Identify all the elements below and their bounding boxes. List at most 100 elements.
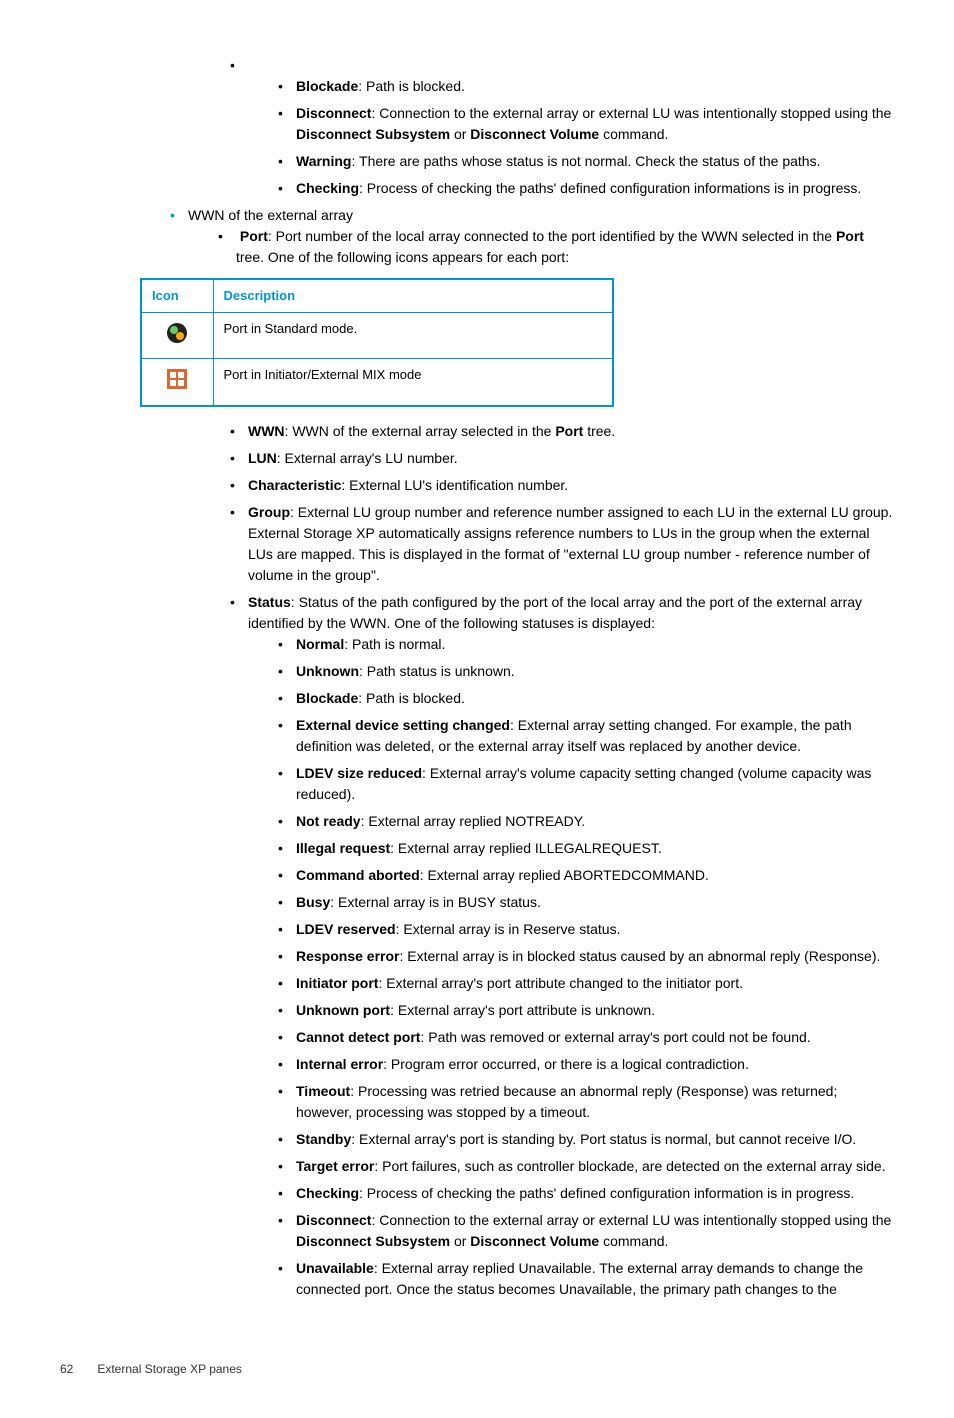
table-row: Port in Standard mode.: [141, 312, 613, 359]
content-block: Blockade: Path is blocked. Disconnect: Co…: [140, 55, 894, 199]
port-mix-icon: [167, 369, 187, 389]
term-bold: Unknown port: [296, 1002, 390, 1018]
term-bold: External device setting changed: [296, 717, 510, 733]
page-number: 62: [60, 1360, 94, 1378]
term-bold: LUN: [248, 450, 277, 466]
term-text: : External LU's identification number.: [341, 477, 568, 493]
term-bold: Checking: [296, 180, 359, 196]
term-bold: Checking: [296, 1185, 359, 1201]
status-list: Normal: Path is normal. Unknown: Path sta…: [248, 634, 894, 1300]
term-text: : Path is blocked.: [358, 78, 465, 94]
list-item: Not ready: External array replied NOTREA…: [278, 811, 894, 832]
list-item: Status: Status of the path configured by…: [230, 592, 894, 1300]
table-row: Port in Initiator/External MIX mode: [141, 359, 613, 406]
term-bold: Group: [248, 504, 290, 520]
list-item: External device setting changed: Externa…: [278, 715, 894, 757]
list-item: Unknown port: External array's port attr…: [278, 1000, 894, 1021]
term-text: : Status of the path configured by the p…: [248, 594, 862, 631]
list-item: Target error: Port failures, such as con…: [278, 1156, 894, 1177]
port-t: : Port number of the local array connect…: [268, 228, 836, 244]
term-bold: Warning: [296, 153, 351, 169]
term-text: : External array replied ILLEGALREQUEST.: [390, 840, 662, 856]
term-bold: Response error: [296, 948, 399, 964]
icon-mix-cell: [141, 359, 213, 406]
term-bold: LDEV reserved: [296, 921, 396, 937]
term-text2: or: [450, 126, 470, 142]
th-icon: Icon: [141, 279, 213, 312]
list-item: Timeout: Processing was retried because …: [278, 1081, 894, 1123]
term-bold: LDEV size reduced: [296, 765, 422, 781]
term-bold: Status: [248, 594, 291, 610]
term-bold: Timeout: [296, 1083, 350, 1099]
list-item: Unavailable: External array replied Unav…: [278, 1258, 894, 1300]
term-bold: Normal: [296, 636, 344, 652]
term-text: : External array replied ABORTEDCOMMAND.: [420, 867, 709, 883]
term-bold: Not ready: [296, 813, 361, 829]
term-text: : External array is in blocked status ca…: [399, 948, 880, 964]
term-bold: Blockade: [296, 690, 358, 706]
list-item: Internal error: Program error occurred, …: [278, 1054, 894, 1075]
term-text: : Process of checking the paths' defined…: [359, 180, 861, 196]
term-bold: Command aborted: [296, 867, 420, 883]
term-bold: Unknown: [296, 663, 359, 679]
list-item: Disconnect: Connection to the external a…: [278, 103, 894, 145]
list-item: LDEV size reduced: External array's volu…: [278, 763, 894, 805]
term-text: : Port failures, such as controller bloc…: [374, 1158, 885, 1174]
term-text: : External array is in BUSY status.: [330, 894, 541, 910]
term-text: : There are paths whose status is not no…: [351, 153, 820, 169]
term-bold: Disconnect: [296, 1212, 371, 1228]
desc-standard: Port in Standard mode.: [213, 312, 613, 359]
term-bold: Cannot detect port: [296, 1029, 420, 1045]
list-item: Group: External LU group number and refe…: [230, 502, 894, 586]
term-bold: Busy: [296, 894, 330, 910]
port-standard-icon: [167, 323, 187, 343]
list-item: WWN: WWN of the external array selected …: [230, 421, 894, 442]
list-item: Standby: External array's port is standi…: [278, 1129, 894, 1150]
port-b2: Port: [836, 228, 864, 244]
term-text: : Path is blocked.: [358, 690, 465, 706]
list-item: Unknown: Path status is unknown.: [278, 661, 894, 682]
icon-table: Icon Description Port in Standard mode. …: [140, 278, 614, 407]
term-text: : External array's LU number.: [277, 450, 458, 466]
term-bold: Disconnect: [296, 105, 371, 121]
term-bold: Unavailable: [296, 1260, 374, 1276]
term-text: : Path status is unknown.: [359, 663, 515, 679]
section-title: External Storage XP panes: [97, 1362, 242, 1376]
term-text: : WWN of the external array selected in …: [285, 423, 556, 439]
wwn-item: WWN of the external array Port: Port num…: [170, 205, 894, 268]
term-text: : Path was removed or external array's p…: [420, 1029, 810, 1045]
term-text: : Path is normal.: [344, 636, 445, 652]
term-text: : Connection to the external array or ex…: [371, 1212, 891, 1228]
list-item: Checking: Process of checking the paths'…: [278, 1183, 894, 1204]
icon-standard-cell: [141, 312, 213, 359]
term-text: : Process of checking the paths' defined…: [359, 1185, 854, 1201]
term-text: : External array's port attribute is unk…: [390, 1002, 655, 1018]
list-item: Characteristic: External LU's identifica…: [230, 475, 894, 496]
list-item: Warning: There are paths whose status is…: [278, 151, 894, 172]
wwn-list: WWN of the external array Port: Port num…: [60, 205, 894, 268]
term-text: : External array replied Unavailable. Th…: [296, 1260, 863, 1297]
list-item: Blockade: Path is blocked.: [278, 76, 894, 97]
term-text: : External array replied NOTREADY.: [361, 813, 586, 829]
term-bold: WWN: [248, 423, 285, 439]
wwn-text: WWN of the external array: [188, 207, 353, 223]
list-item: LDEV reserved: External array is in Rese…: [278, 919, 894, 940]
term-bold2: Disconnect Subsystem: [296, 126, 450, 142]
term-bold: Characteristic: [248, 477, 341, 493]
term-text: : Program error occurred, or there is a …: [383, 1056, 749, 1072]
port-t2: tree. One of the following icons appears…: [236, 249, 569, 265]
port-bold: Port: [240, 228, 268, 244]
term-text: : Processing was retried because an abno…: [296, 1083, 837, 1120]
list-item: Command aborted: External array replied …: [278, 865, 894, 886]
term-bold: Illegal request: [296, 840, 390, 856]
term-text: : Connection to the external array or ex…: [371, 105, 891, 121]
term-text: : External LU group number and reference…: [248, 504, 892, 583]
page-footer: 62 External Storage XP panes: [60, 1360, 894, 1378]
list-item: Cannot detect port: Path was removed or …: [278, 1027, 894, 1048]
list-item: Disconnect: Connection to the external a…: [278, 1210, 894, 1252]
after-table-block: WWN: WWN of the external array selected …: [140, 421, 894, 1300]
list-item: Checking: Process of checking the paths'…: [278, 178, 894, 199]
list-item: Normal: Path is normal.: [278, 634, 894, 655]
th-desc: Description: [213, 279, 613, 312]
list-item: Initiator port: External array's port at…: [278, 973, 894, 994]
